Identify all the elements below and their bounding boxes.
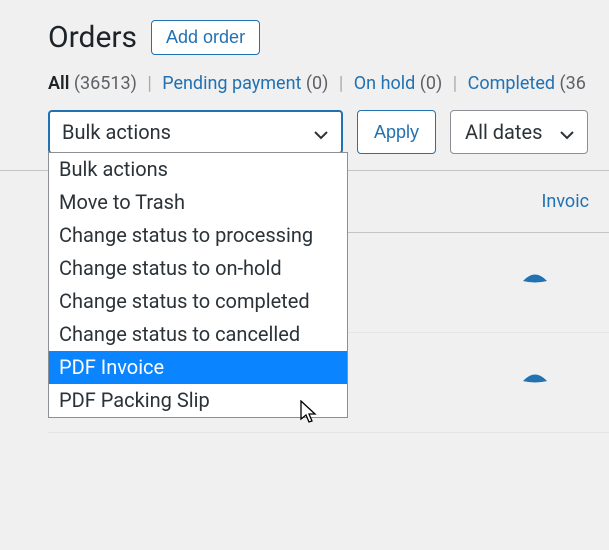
eye-icon[interactable] — [521, 272, 549, 294]
bulk-option[interactable]: Move to Trash — [49, 186, 347, 219]
date-filter-value: All dates — [465, 120, 542, 144]
add-order-button[interactable]: Add order — [151, 20, 260, 55]
filter-completed-count: (36 — [560, 73, 586, 94]
filter-completed[interactable]: Completed — [468, 73, 555, 94]
filter-pending-count: (0) — [306, 73, 329, 94]
bulk-actions-dropdown: Bulk actionsMove to TrashChange status t… — [48, 152, 348, 418]
bulk-option[interactable]: Change status to cancelled — [49, 318, 347, 351]
date-filter-select[interactable]: All dates — [450, 110, 588, 154]
bulk-actions-select[interactable]: Bulk actions — [48, 110, 343, 154]
column-header-invoice[interactable]: Invoic — [542, 191, 590, 212]
apply-button[interactable]: Apply — [357, 110, 436, 154]
bulk-option[interactable]: PDF Packing Slip — [49, 384, 347, 417]
filter-all[interactable]: All — [48, 73, 69, 94]
bulk-actions-value: Bulk actions — [62, 120, 171, 144]
filter-onhold[interactable]: On hold — [354, 73, 416, 94]
bulk-option[interactable]: PDF Invoice — [49, 351, 347, 384]
status-filter-links: All (36513) | Pending payment (0) | On h… — [48, 73, 609, 94]
bulk-option[interactable]: Change status to processing — [49, 219, 347, 252]
chevron-down-icon — [313, 124, 329, 140]
chevron-down-icon — [559, 124, 575, 140]
eye-icon[interactable] — [521, 372, 549, 394]
filter-onhold-count: (0) — [420, 73, 443, 94]
bulk-option[interactable]: Change status to on-hold — [49, 252, 347, 285]
filter-pending[interactable]: Pending payment — [162, 73, 301, 94]
bulk-option[interactable]: Bulk actions — [49, 153, 347, 186]
filter-all-count: (36513) — [74, 73, 137, 94]
bulk-option[interactable]: Change status to completed — [49, 285, 347, 318]
page-title: Orders — [48, 20, 137, 55]
